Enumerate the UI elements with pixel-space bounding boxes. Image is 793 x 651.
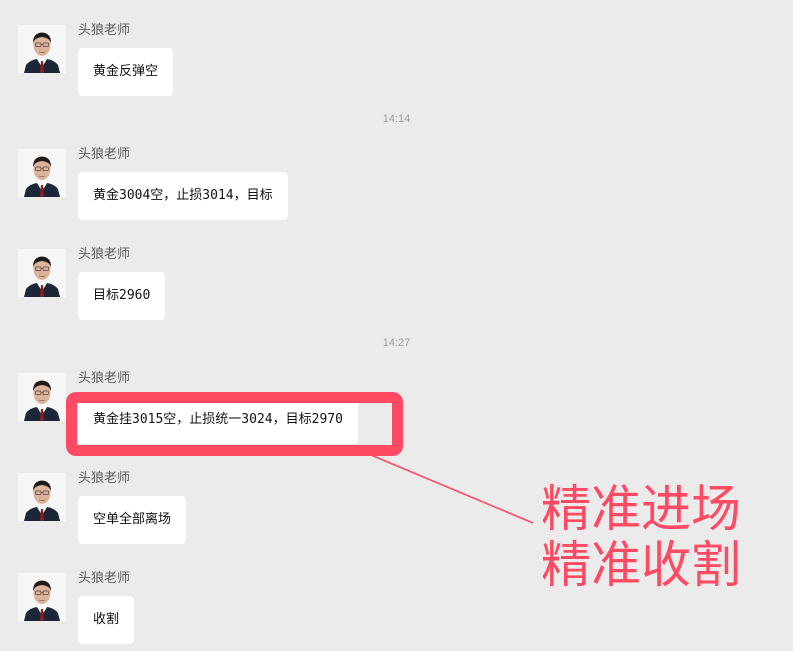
chat-message: 头狼老师 黄金反弹空: [18, 23, 778, 103]
message-bubble[interactable]: 收割: [78, 596, 135, 644]
caption-line: 精准收割: [541, 536, 741, 594]
sender-name: 头狼老师: [78, 247, 131, 262]
avatar[interactable]: [18, 249, 66, 297]
message-bubble[interactable]: 黄金3004空，止损3014，目标: [78, 172, 288, 220]
message-bubble[interactable]: 目标2960: [78, 272, 166, 320]
message-bubble[interactable]: 黄金反弹空: [78, 48, 174, 96]
message-timestamp: 14:27: [382, 337, 411, 349]
sender-name: 头狼老师: [78, 571, 131, 586]
annotation-caption: 精准进场 精准收割: [541, 481, 781, 593]
caption-line: 精准进场: [541, 480, 741, 538]
sender-name: 头狼老师: [78, 471, 131, 486]
message-bubble[interactable]: 黄金挂3015空，止损统一3024，目标2970: [78, 396, 358, 444]
message-timestamp: 14:14: [382, 113, 411, 125]
chat-message: 头狼老师 目标2960: [18, 247, 778, 327]
message-bubble[interactable]: 空单全部离场: [78, 496, 187, 544]
avatar[interactable]: [18, 25, 66, 73]
sender-name: 头狼老师: [78, 371, 131, 386]
avatar[interactable]: [18, 573, 66, 621]
sender-name: 头狼老师: [78, 147, 131, 162]
chat-message: 头狼老师 黄金挂3015空，止损统一3024，目标2970: [18, 371, 778, 451]
chat-message: 头狼老师 黄金3004空，止损3014，目标: [18, 147, 778, 227]
avatar[interactable]: [18, 473, 66, 521]
avatar[interactable]: [18, 149, 66, 197]
sender-name: 头狼老师: [78, 23, 131, 38]
avatar[interactable]: [18, 373, 66, 421]
